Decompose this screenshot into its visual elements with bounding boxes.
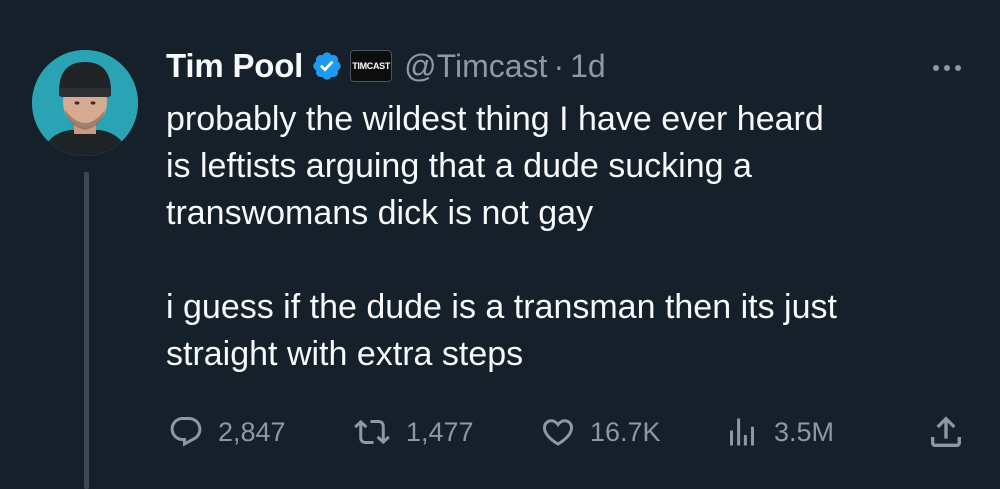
more-dot (955, 65, 961, 71)
tweet-text-line: probably the wildest thing I have ever h… (166, 100, 824, 138)
tweet-text-line: i guess if the dude is a transman then i… (166, 288, 837, 326)
reply-button[interactable]: 2,847 (166, 414, 286, 450)
author-name[interactable]: Tim Pool (166, 47, 303, 85)
more-dot (933, 65, 939, 71)
separator-dot: · (553, 47, 565, 84)
retweet-count: 1,477 (406, 416, 474, 447)
bar-chart-icon (730, 418, 754, 446)
avatar[interactable] (32, 50, 138, 156)
tweet-text-line: transwomans dick is not gay (166, 194, 594, 232)
tweet-content: Tim Pool TIMCAST @Timcast · 1d probably … (166, 38, 976, 378)
tweet-header: Tim Pool TIMCAST @Timcast · 1d (166, 38, 976, 94)
retweet-icon (354, 419, 390, 445)
tweet-actions: 2,847 1,477 16.7K 3.5M (166, 410, 976, 454)
affiliation-badge[interactable]: TIMCAST (350, 50, 393, 82)
share-button[interactable] (926, 412, 966, 452)
thread-line (84, 172, 89, 489)
views-count: 3.5M (774, 416, 835, 447)
heart-icon (542, 419, 574, 446)
like-button[interactable]: 16.7K (538, 414, 661, 450)
share-icon (931, 416, 961, 447)
paragraph-break (166, 237, 976, 284)
verified-badge-icon[interactable] (311, 50, 343, 82)
tweet-text-line: straight with extra steps (166, 335, 524, 373)
more-dots-icon[interactable] (925, 58, 969, 78)
more-dot (944, 65, 950, 71)
reply-count: 2,847 (218, 416, 286, 447)
author-handle[interactable]: @Timcast (404, 48, 547, 85)
tweet-text: probably the wildest thing I have ever h… (166, 96, 976, 378)
reply-icon (170, 417, 202, 447)
retweet-button[interactable]: 1,477 (350, 414, 474, 450)
views-button[interactable]: 3.5M (722, 414, 834, 450)
tweet-text-line: is leftists arguing that a dude sucking … (166, 147, 752, 185)
like-count: 16.7K (590, 416, 661, 447)
avatar-image (32, 50, 138, 156)
tweet-timestamp[interactable]: 1d (570, 48, 606, 85)
